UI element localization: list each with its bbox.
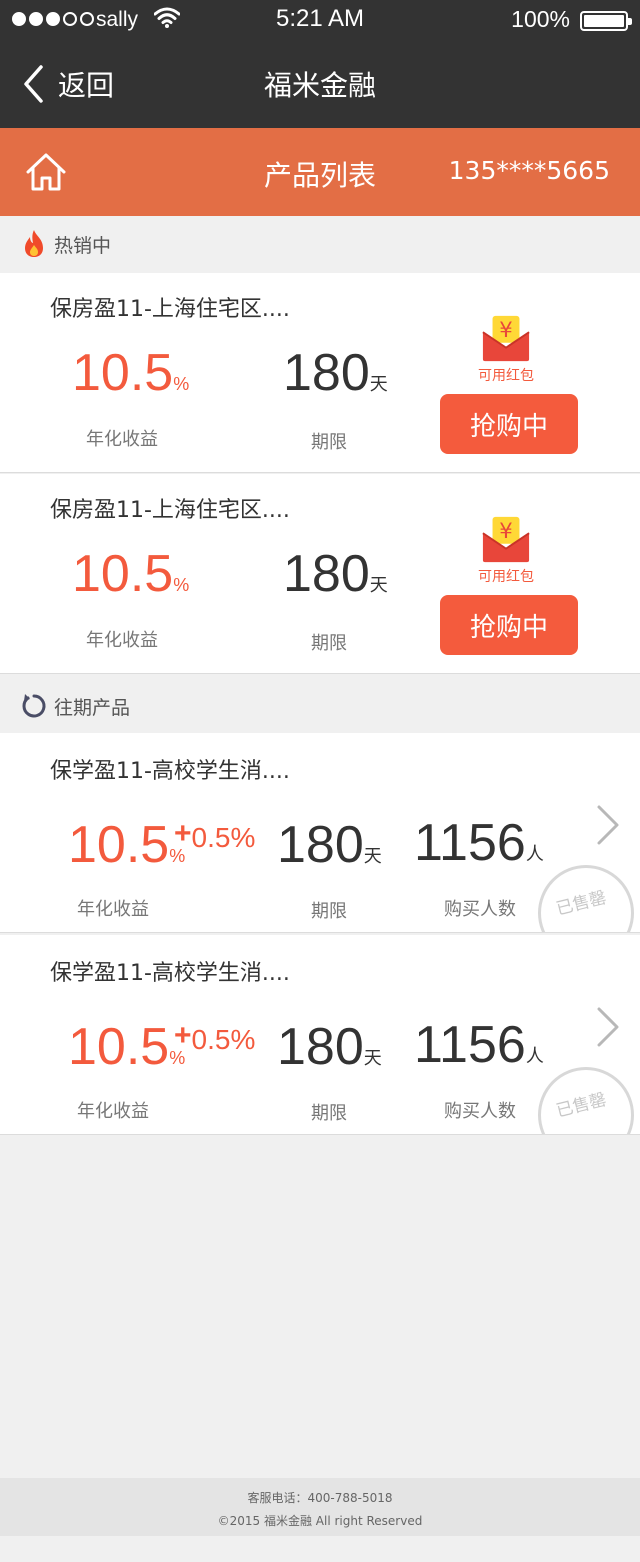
red-packet-badge[interactable]: ¥ 可用红包: [474, 514, 538, 586]
fire-icon: [20, 229, 48, 259]
service-phone: 客服电话：400-788-5018: [247, 1491, 393, 1505]
buyer-count-label: 购买人数: [444, 899, 516, 920]
annual-rate: 10.5%: [72, 344, 190, 402]
red-packet-label: 可用红包: [478, 569, 534, 585]
annual-rate: 10.5%: [68, 816, 186, 874]
hot-section-header: 热销中: [0, 216, 640, 272]
buyer-count: 1156人: [414, 814, 544, 872]
user-phone[interactable]: 135****5665: [449, 156, 610, 185]
product-name: 保房盈11-上海住宅区....: [50, 297, 290, 322]
red-packet-label: 可用红包: [478, 368, 534, 384]
term-label: 期限: [311, 901, 347, 922]
home-icon[interactable]: [24, 150, 68, 194]
annual-rate-label: 年化收益: [77, 899, 149, 920]
term-value: 180天: [277, 816, 382, 874]
page-title: 产品列表: [263, 159, 376, 192]
annual-rate-label: 年化收益: [77, 1101, 149, 1122]
chevron-right-icon[interactable]: [594, 803, 622, 847]
hot-section-title: 热销中: [54, 234, 112, 257]
page-header: 产品列表 135****5665: [0, 128, 640, 216]
copyright: ©2015 福米金融 All right Reserved: [217, 1514, 423, 1528]
svg-text:¥: ¥: [499, 518, 512, 543]
product-name: 保房盈11-上海住宅区....: [50, 498, 290, 523]
past-section-header: 往期产品: [0, 678, 640, 734]
back-button[interactable]: 返回: [22, 62, 114, 106]
term-label: 期限: [311, 633, 347, 654]
buy-button[interactable]: 抢购中: [440, 394, 578, 454]
product-name: 保学盈11-高校学生消....: [50, 759, 290, 784]
product-card[interactable]: 保房盈11-上海住宅区.... 10.5% 年化收益 180天 期限 ¥ 可用红…: [0, 474, 640, 674]
chevron-left-icon: [24, 65, 43, 103]
past-product-card[interactable]: 保学盈11-高校学生消.... 10.5% +0.5% 年化收益 180天 期限…: [0, 935, 640, 1135]
annual-rate-label: 年化收益: [86, 630, 158, 651]
status-bar: sally 5:21 AM 100%: [0, 0, 640, 40]
red-packet-badge[interactable]: ¥ 可用红包: [474, 313, 538, 385]
past-section-title: 往期产品: [54, 696, 131, 719]
nav-bar: 返回 福米金融: [0, 40, 640, 128]
term-value: 180天: [283, 344, 388, 402]
back-label: 返回: [58, 69, 115, 102]
chevron-right-icon[interactable]: [594, 1005, 622, 1049]
red-packet-icon: ¥: [482, 516, 530, 563]
past-product-card[interactable]: 保学盈11-高校学生消.... 10.5% +0.5% 年化收益 180天 期限…: [0, 733, 640, 933]
term-label: 期限: [311, 1103, 347, 1124]
battery-percent: 100%: [511, 6, 570, 32]
footer: 客服电话：400-788-5018 ©2015 福米金融 All right R…: [0, 1478, 640, 1536]
annual-rate: 10.5%: [68, 1018, 186, 1076]
bonus-rate: +0.5%: [174, 1019, 256, 1055]
annual-rate-label: 年化收益: [86, 429, 158, 450]
battery-icon: [580, 11, 632, 31]
bonus-rate: +0.5%: [174, 817, 256, 853]
buyer-count: 1156人: [414, 1016, 544, 1074]
history-icon: [20, 691, 48, 721]
term-value: 180天: [283, 545, 388, 603]
product-name: 保学盈11-高校学生消....: [50, 961, 290, 986]
annual-rate: 10.5%: [72, 545, 190, 603]
product-card[interactable]: 保房盈11-上海住宅区.... 10.5% 年化收益 180天 期限 ¥ 可用红…: [0, 273, 640, 473]
svg-text:¥: ¥: [499, 317, 512, 342]
term-value: 180天: [277, 1018, 382, 1076]
buy-button[interactable]: 抢购中: [440, 595, 578, 655]
buyer-count-label: 购买人数: [444, 1101, 516, 1122]
term-label: 期限: [311, 432, 347, 453]
red-packet-icon: ¥: [482, 315, 530, 362]
